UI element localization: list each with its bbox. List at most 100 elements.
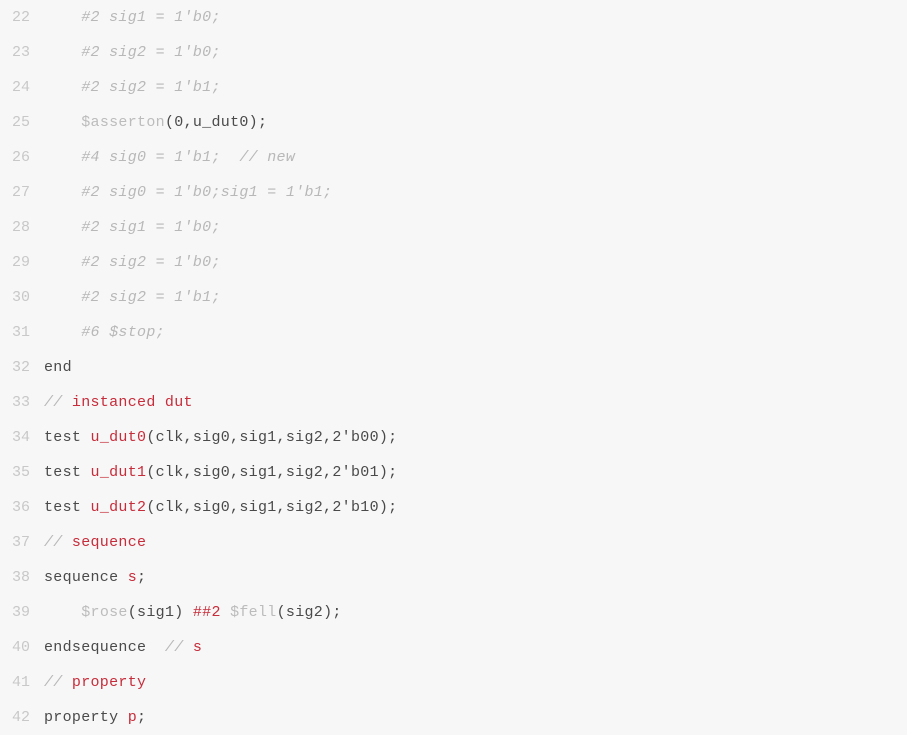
code-line: 24 #2 sig2 = 1'b1; — [0, 70, 907, 105]
token: #4 sig0 = 1'b1; // new — [81, 149, 295, 166]
line-number: 39 — [0, 595, 44, 630]
token: s — [128, 569, 137, 586]
line-number: 25 — [0, 105, 44, 140]
token: test — [44, 464, 91, 481]
code-content: property p; — [44, 700, 907, 735]
code-content: #2 sig2 = 1'b0; — [44, 35, 907, 70]
token: u_dut0 — [91, 429, 147, 446]
code-content: #2 sig2 = 1'b1; — [44, 280, 907, 315]
line-number: 40 — [0, 630, 44, 665]
token: ##2 — [193, 604, 221, 621]
code-content: endsequence // s — [44, 630, 907, 665]
code-content: #2 sig1 = 1'b0; — [44, 210, 907, 245]
line-number: 32 — [0, 350, 44, 385]
token: 2 — [332, 499, 341, 516]
code-content: end — [44, 350, 907, 385]
code-line: 29 #2 sig2 = 1'b0; — [0, 245, 907, 280]
token: ( — [165, 114, 174, 131]
line-number: 34 — [0, 420, 44, 455]
code-line: 37// sequence — [0, 525, 907, 560]
code-block: 22 #2 sig1 = 1'b0;23 #2 sig2 = 1'b0;24 #… — [0, 0, 907, 735]
line-number: 38 — [0, 560, 44, 595]
token: #6 $stop; — [81, 324, 165, 341]
token: s — [193, 639, 202, 656]
token: #2 sig2 = 1'b1; — [81, 289, 221, 306]
code-content: #4 sig0 = 1'b1; // new — [44, 140, 907, 175]
line-number: 24 — [0, 70, 44, 105]
token: // — [44, 674, 72, 691]
code-line: 32end — [0, 350, 907, 385]
code-content: // sequence — [44, 525, 907, 560]
line-number: 22 — [0, 0, 44, 35]
line-number: 28 — [0, 210, 44, 245]
code-line: 38sequence s; — [0, 560, 907, 595]
code-content: #6 $stop; — [44, 315, 907, 350]
line-number: 33 — [0, 385, 44, 420]
code-content: // instanced dut — [44, 385, 907, 420]
code-content: #2 sig1 = 1'b0; — [44, 0, 907, 35]
token: 2 — [332, 429, 341, 446]
token: p — [128, 709, 137, 726]
code-content: test u_dut2(clk,sig0,sig1,sig2,2'b10); — [44, 490, 907, 525]
token: endsequence — [44, 639, 165, 656]
code-content: $asserton(0,u_dut0); — [44, 105, 907, 140]
code-content: #2 sig0 = 1'b0;sig1 = 1'b1; — [44, 175, 907, 210]
token: sequence — [44, 569, 128, 586]
code-line: 31 #6 $stop; — [0, 315, 907, 350]
token: u_dut1 — [91, 464, 147, 481]
token: ; — [137, 569, 146, 586]
token: // — [44, 534, 72, 551]
token: property — [72, 674, 146, 691]
token: (clk,sig0,sig1,sig2, — [146, 499, 332, 516]
token: #2 sig1 = 1'b0; — [81, 219, 221, 236]
token: #2 sig2 = 1'b0; — [81, 44, 221, 61]
code-content: test u_dut1(clk,sig0,sig1,sig2,2'b01); — [44, 455, 907, 490]
line-number: 30 — [0, 280, 44, 315]
token: (clk,sig0,sig1,sig2, — [146, 429, 332, 446]
code-line: 23 #2 sig2 = 1'b0; — [0, 35, 907, 70]
line-number: 36 — [0, 490, 44, 525]
token: test — [44, 429, 91, 446]
line-number: 29 — [0, 245, 44, 280]
token: 'b10); — [342, 499, 398, 516]
token — [221, 604, 230, 621]
token: ; — [137, 709, 146, 726]
token: u_dut2 — [91, 499, 147, 516]
token: ,u_dut0); — [184, 114, 268, 131]
code-line: 25 $asserton(0,u_dut0); — [0, 105, 907, 140]
token: instanced dut — [72, 394, 193, 411]
token: $fell — [230, 604, 277, 621]
line-number: 27 — [0, 175, 44, 210]
token: 0 — [174, 114, 183, 131]
token: 2 — [332, 464, 341, 481]
line-number: 26 — [0, 140, 44, 175]
code-content: #2 sig2 = 1'b1; — [44, 70, 907, 105]
line-number: 31 — [0, 315, 44, 350]
line-number: 37 — [0, 525, 44, 560]
token: (clk,sig0,sig1,sig2, — [146, 464, 332, 481]
code-line: 42property p; — [0, 700, 907, 735]
token: (sig1) — [128, 604, 193, 621]
token: end — [44, 359, 72, 376]
code-content: #2 sig2 = 1'b0; — [44, 245, 907, 280]
code-line: 22 #2 sig1 = 1'b0; — [0, 0, 907, 35]
code-content: // property — [44, 665, 907, 700]
line-number: 42 — [0, 700, 44, 735]
token: // — [44, 394, 72, 411]
token: sequence — [72, 534, 146, 551]
code-line: 40endsequence // s — [0, 630, 907, 665]
line-number: 23 — [0, 35, 44, 70]
token: $rose — [81, 604, 128, 621]
code-line: 26 #4 sig0 = 1'b1; // new — [0, 140, 907, 175]
code-content: $rose(sig1) ##2 $fell(sig2); — [44, 595, 907, 630]
token: test — [44, 499, 91, 516]
token: $asserton — [81, 114, 165, 131]
code-content: test u_dut0(clk,sig0,sig1,sig2,2'b00); — [44, 420, 907, 455]
code-line: 28 #2 sig1 = 1'b0; — [0, 210, 907, 245]
code-line: 35test u_dut1(clk,sig0,sig1,sig2,2'b01); — [0, 455, 907, 490]
token: (sig2); — [277, 604, 342, 621]
code-line: 41// property — [0, 665, 907, 700]
code-line: 27 #2 sig0 = 1'b0;sig1 = 1'b1; — [0, 175, 907, 210]
code-line: 39 $rose(sig1) ##2 $fell(sig2); — [0, 595, 907, 630]
code-content: sequence s; — [44, 560, 907, 595]
